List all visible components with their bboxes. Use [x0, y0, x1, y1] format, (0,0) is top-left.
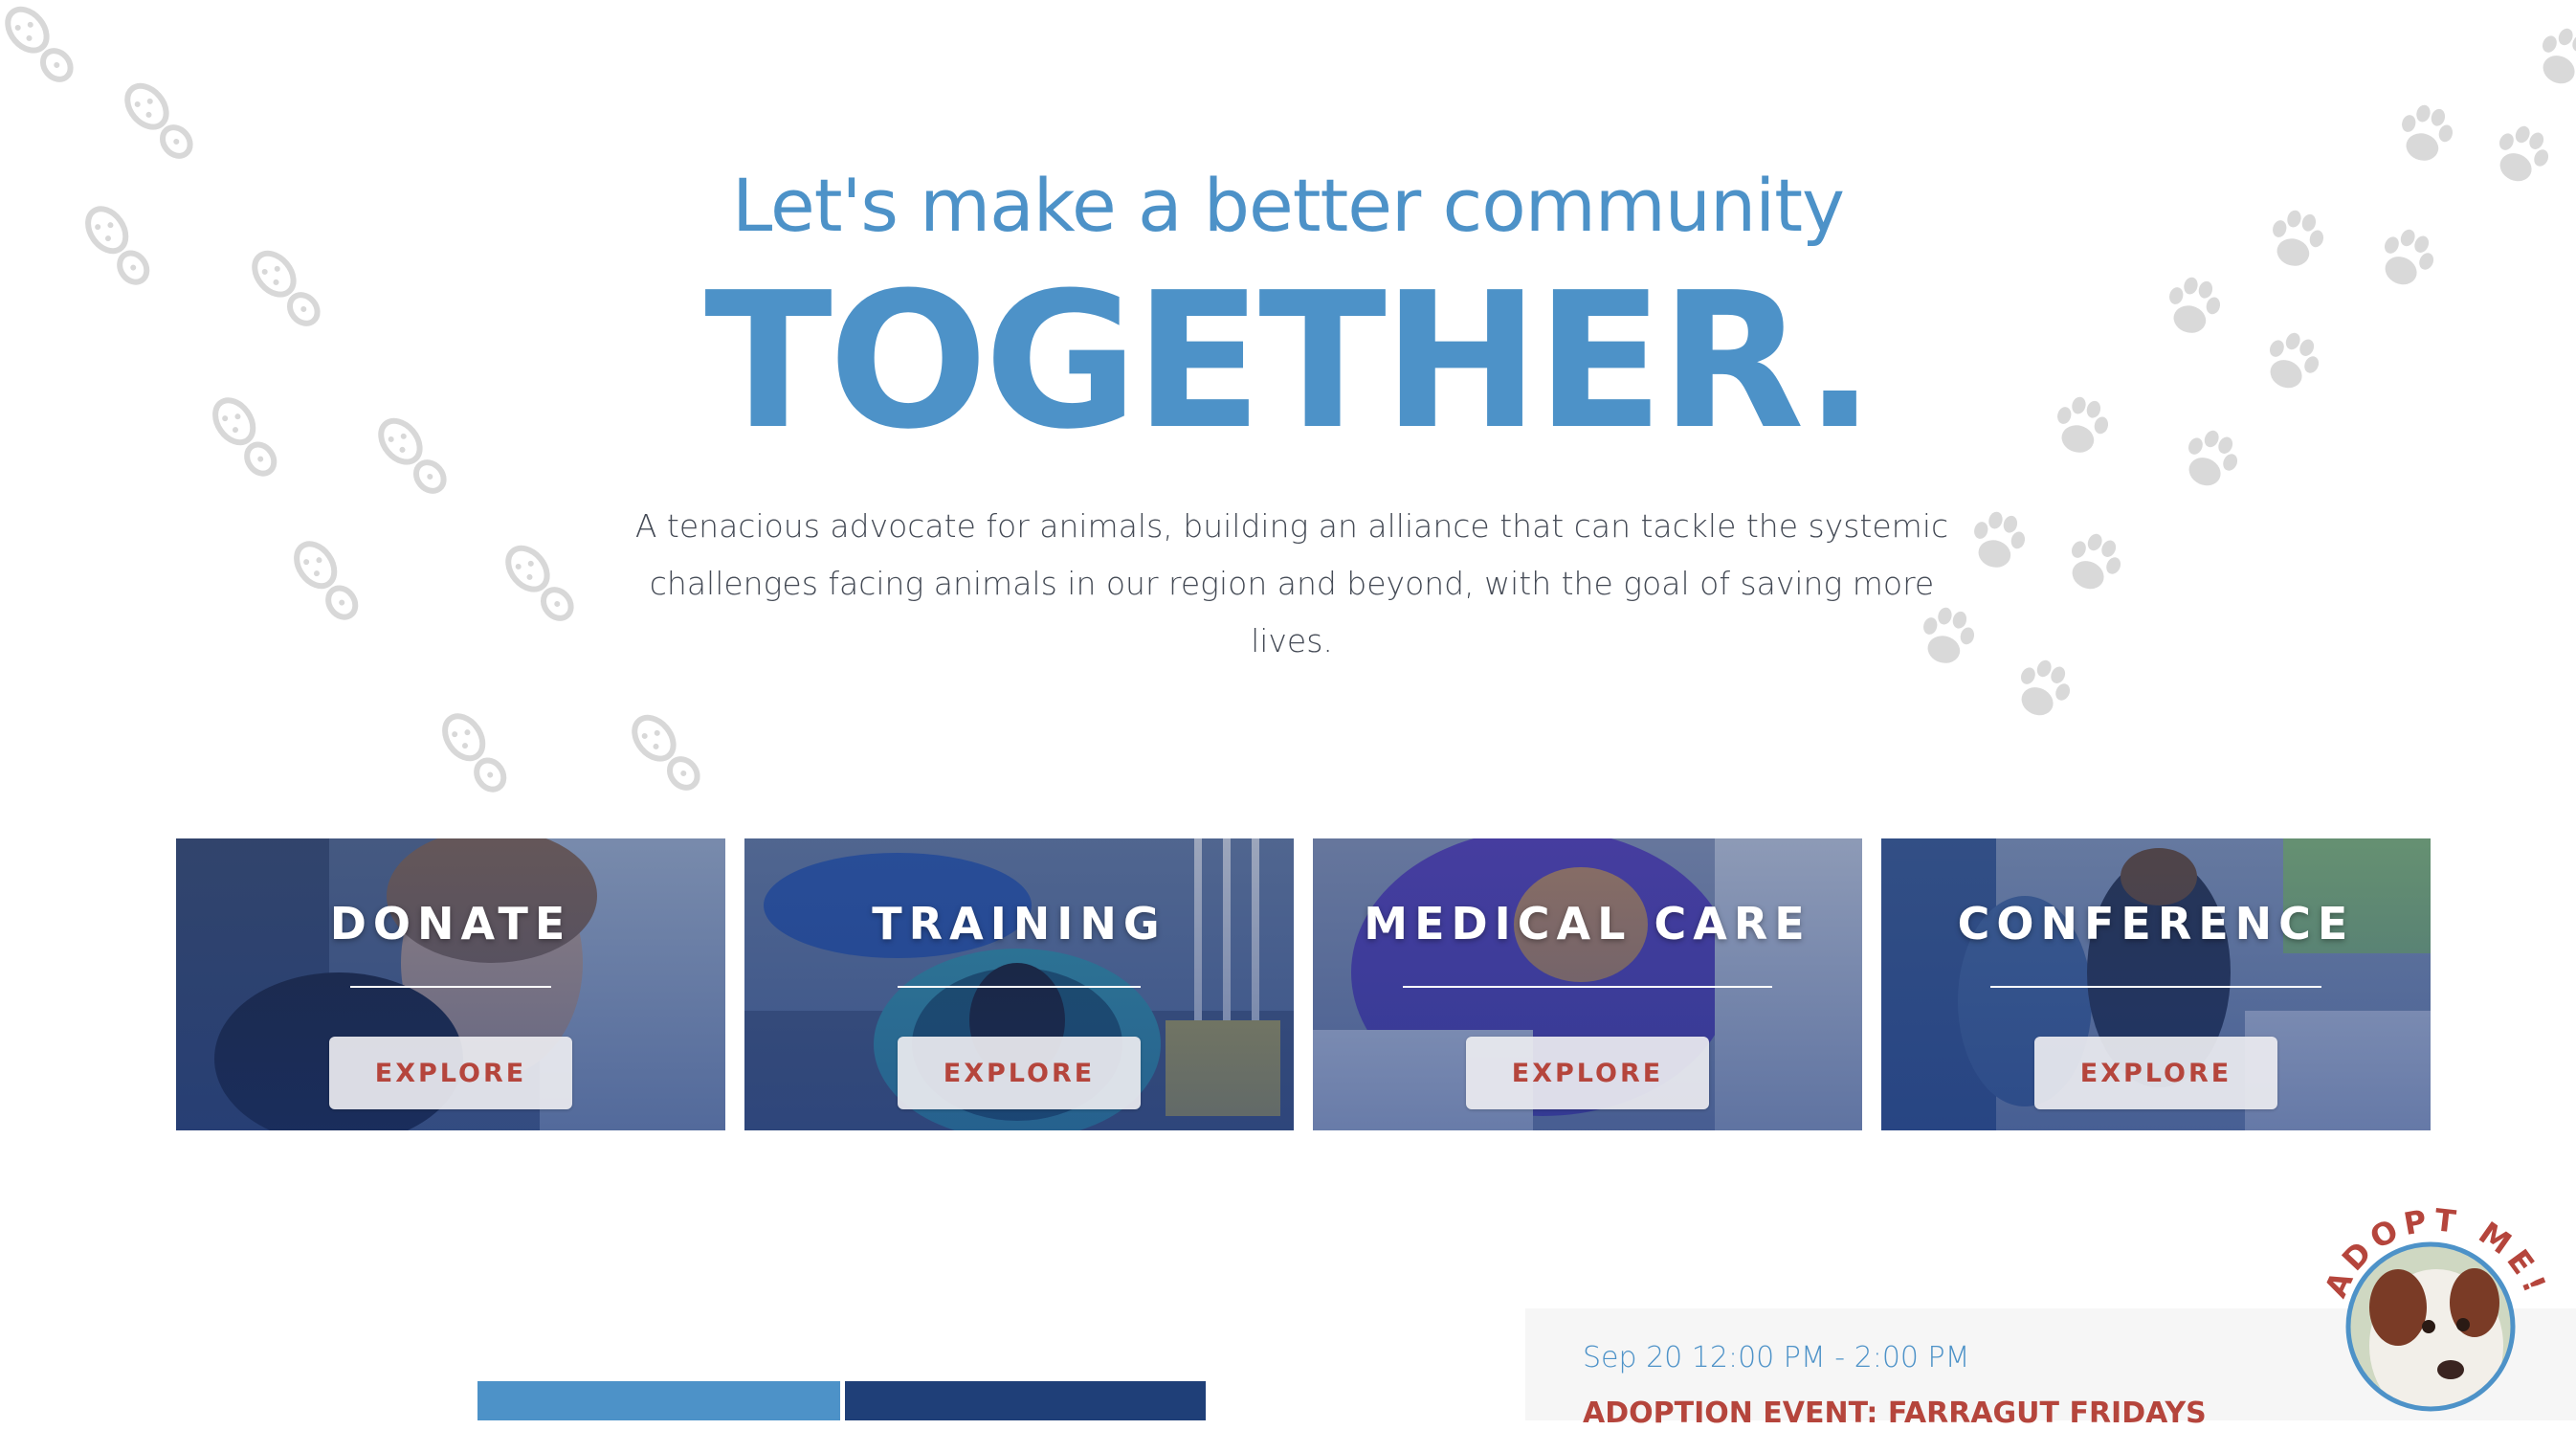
- explore-button[interactable]: EXPLORE: [898, 1037, 1141, 1109]
- card-divider: [1990, 986, 2321, 988]
- card-divider: [898, 986, 1141, 988]
- card-divider: [350, 986, 551, 988]
- card-medical-care[interactable]: MEDICAL CARE EXPLORE: [1313, 838, 1862, 1130]
- program-cards: DONATE EXPLORE TRAINING EXPLORE MEDICAL …: [176, 838, 2434, 1130]
- explore-button[interactable]: EXPLORE: [2034, 1037, 2277, 1109]
- card-conference[interactable]: CONFERENCE EXPLORE: [1881, 838, 2431, 1130]
- hero-headline: TOGETHER.: [704, 253, 1876, 471]
- stat-block-navy: [845, 1381, 1206, 1420]
- explore-button[interactable]: EXPLORE: [1466, 1037, 1709, 1109]
- card-title: DONATE: [329, 898, 572, 950]
- card-donate[interactable]: DONATE EXPLORE: [176, 838, 725, 1130]
- card-title: TRAINING: [872, 898, 1166, 950]
- card-title: CONFERENCE: [1957, 898, 2355, 950]
- stat-block-blue: [477, 1381, 840, 1420]
- hero-tagline-line: challenges facing animals in our region …: [649, 565, 1935, 659]
- explore-button[interactable]: EXPLORE: [329, 1037, 572, 1109]
- card-divider: [1403, 986, 1772, 988]
- event-date: Sep 20 12:00 PM - 2:00 PM: [1583, 1341, 1970, 1374]
- adopt-me-badge[interactable]: ADOPT ME!: [2302, 1183, 2559, 1420]
- card-title: MEDICAL CARE: [1364, 898, 1811, 950]
- event-title-link[interactable]: ADOPTION EVENT: FARRAGUT FRIDAYS: [1583, 1396, 2207, 1430]
- hero-subtitle: Let's make a better community: [731, 163, 1845, 248]
- hero-tagline-line: A tenacious advocate for animals, buildi…: [634, 507, 1949, 545]
- hero-tagline: A tenacious advocate for animals, buildi…: [622, 498, 1962, 670]
- card-training[interactable]: TRAINING EXPLORE: [744, 838, 1294, 1130]
